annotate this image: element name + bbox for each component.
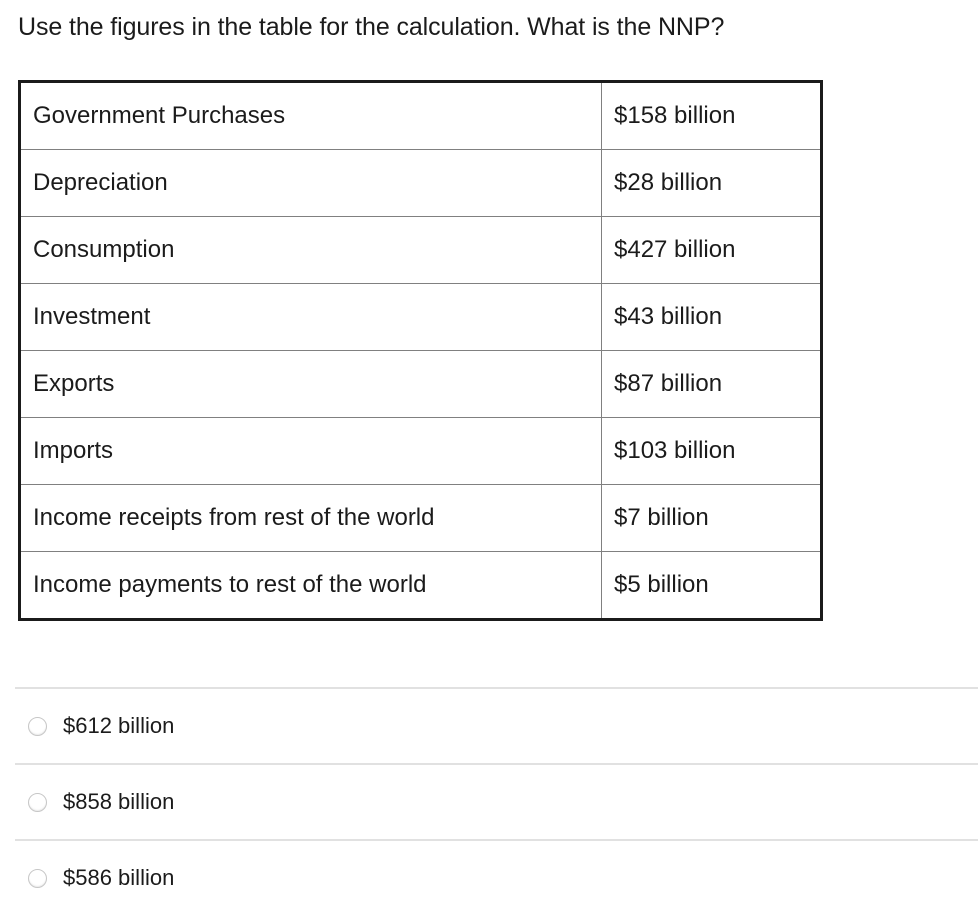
radio-button-icon[interactable]: [28, 792, 47, 812]
table-row: Income receipts from rest of the world $7…: [19, 484, 822, 552]
table-cell-label: Investment: [19, 283, 602, 351]
answer-options-list: $612 billion $858 billion $586 billion: [0, 687, 980, 915]
table-row: Consumption $427 billion: [19, 216, 822, 284]
answer-option-label: $858 billion: [63, 789, 175, 814]
table-row: Government Purchases $158 billion: [19, 81, 822, 150]
table-cell-label: Exports: [19, 350, 602, 418]
table-cell-label: Income receipts from rest of the world: [19, 484, 602, 552]
table-row: Investment $43 billion: [19, 283, 822, 351]
answer-option[interactable]: $612 billion: [15, 687, 978, 763]
question-prompt: Use the figures in the table for the cal…: [18, 13, 725, 41]
table-cell-label: Government Purchases: [19, 81, 602, 150]
table-cell-value: $7 billion: [601, 484, 822, 552]
table-row: Depreciation $28 billion: [19, 149, 822, 217]
answer-option[interactable]: $858 billion: [15, 763, 978, 839]
figures-table-body: Government Purchases $158 billion Deprecia…: [19, 81, 822, 620]
table-cell-label: Income payments to rest of the world: [19, 551, 602, 620]
table-row: Income payments to rest of the world $5 b…: [19, 551, 822, 620]
figures-table: Government Purchases $158 billion Deprecia…: [18, 80, 823, 621]
table-cell-value: $5 billion: [601, 551, 822, 620]
table-cell-value: $43 billion: [601, 283, 822, 351]
table-cell-label: Depreciation: [19, 149, 602, 217]
table-cell-value: $87 billion: [601, 350, 822, 418]
radio-button-icon[interactable]: [28, 868, 47, 888]
table-cell-value: $427 billion: [601, 216, 822, 284]
answer-option[interactable]: $586 billion: [15, 839, 978, 915]
table-cell-value: $28 billion: [601, 149, 822, 217]
radio-button-icon[interactable]: [28, 716, 47, 736]
table-cell-label: Consumption: [19, 216, 602, 284]
table-row: Imports $103 billion: [19, 417, 822, 485]
answer-option-label: $612 billion: [63, 713, 175, 738]
table-row: Exports $87 billion: [19, 350, 822, 418]
table-cell-value: $103 billion: [601, 417, 822, 485]
table-cell-label: Imports: [19, 417, 602, 485]
table-cell-value: $158 billion: [601, 81, 822, 150]
answer-option-label: $586 billion: [63, 865, 175, 890]
